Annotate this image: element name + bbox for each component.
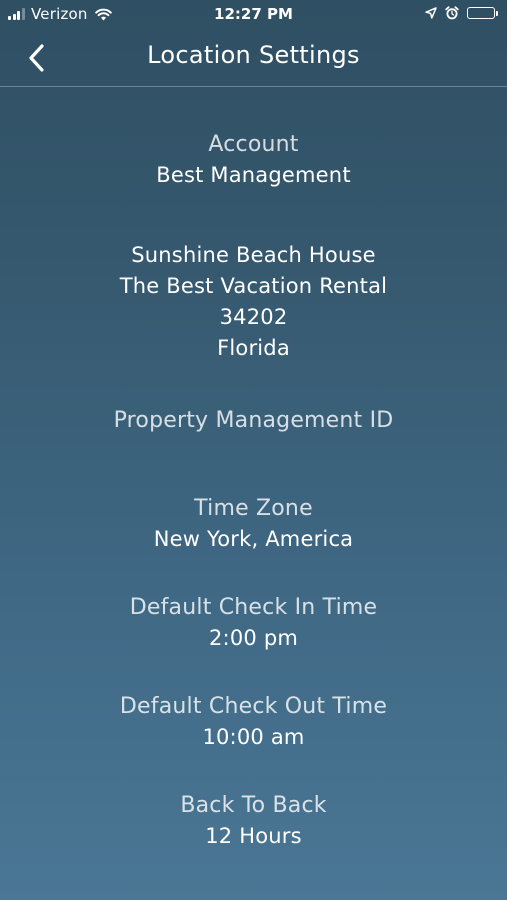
navigation-bar: Location Settings <box>0 30 507 87</box>
property-company: The Best Vacation Rental <box>119 274 388 298</box>
property-management-id-section: Property Management ID <box>0 405 507 436</box>
check-in-section: Default Check In Time 2:00 pm <box>0 592 507 654</box>
time-zone-value: New York, America <box>153 527 354 551</box>
property-name: Sunshine Beach House <box>131 243 376 267</box>
check-out-label: Default Check Out Time <box>119 694 388 719</box>
property-zip: 34202 <box>219 305 288 329</box>
battery-icon <box>467 7 498 19</box>
property-section: Sunshine Beach House The Best Vacation R… <box>0 240 507 364</box>
account-section: Account Best Management <box>0 129 507 191</box>
back-to-back-value: 12 Hours <box>205 824 302 848</box>
location-arrow-icon <box>425 7 437 19</box>
check-out-section: Default Check Out Time 10:00 am <box>0 691 507 753</box>
check-in-label: Default Check In Time <box>129 595 378 620</box>
status-bar: Verizon 12:27 PM <box>0 0 507 30</box>
property-state: Florida <box>217 336 290 360</box>
account-value: Best Management <box>156 163 351 187</box>
time-zone-label: Time Zone <box>194 496 313 521</box>
time-zone-section: Time Zone New York, America <box>0 493 507 555</box>
check-out-value: 10:00 am <box>202 725 305 749</box>
page-title: Location Settings <box>147 41 360 69</box>
account-label: Account <box>208 132 299 157</box>
back-to-back-section: Back To Back 12 Hours <box>0 790 507 852</box>
property-management-id-label: Property Management ID <box>113 408 394 433</box>
status-right <box>417 6 498 20</box>
back-to-back-label: Back To Back <box>180 793 327 818</box>
alarm-icon <box>445 6 459 20</box>
check-in-value: 2:00 pm <box>208 626 299 650</box>
